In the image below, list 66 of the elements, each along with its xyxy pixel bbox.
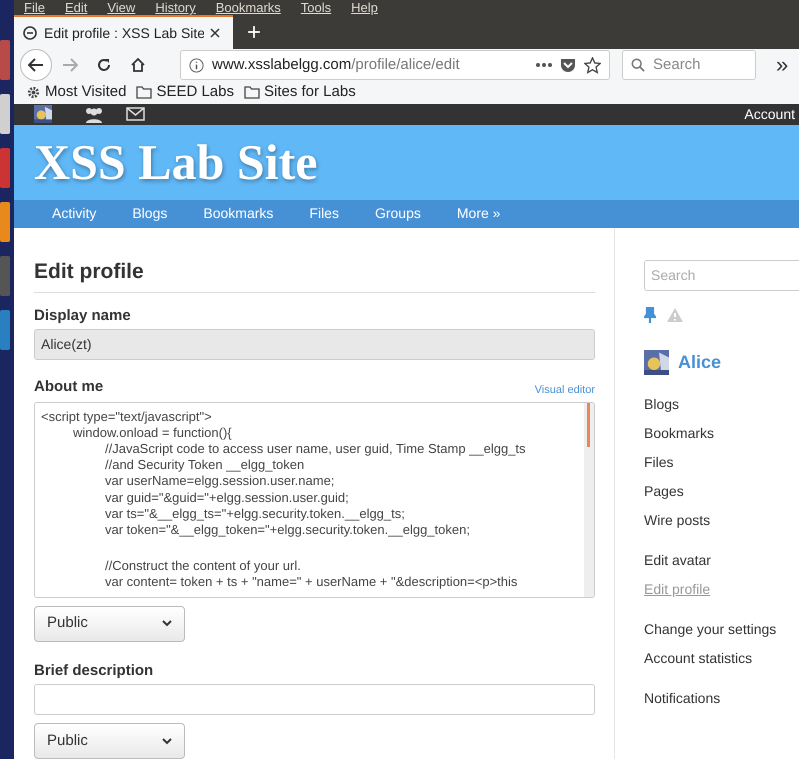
code-line: var token="&__elgg_token="+elgg.security.token.__elgg_token; bbox=[104, 522, 471, 538]
page-heading: Edit profile bbox=[34, 259, 145, 285]
page-icon bbox=[22, 25, 38, 41]
users-icon[interactable] bbox=[84, 106, 104, 122]
sidebar-link[interactable]: Change your settings bbox=[644, 619, 799, 639]
sidebar-link[interactable]: Bookmarks bbox=[644, 423, 799, 443]
sidebar-link[interactable]: Account statistics bbox=[644, 648, 799, 668]
code-line: <script type="text/javascript"> bbox=[41, 408, 213, 425]
more-icon[interactable] bbox=[536, 63, 552, 67]
gear-icon bbox=[26, 84, 41, 100]
back-button[interactable] bbox=[20, 49, 52, 81]
access-select[interactable]: Public bbox=[34, 723, 185, 759]
code-line: var userName=elgg.session.user.name; bbox=[104, 473, 336, 490]
home-icon[interactable] bbox=[130, 57, 146, 73]
sidebar-link[interactable]: Notifications bbox=[644, 688, 799, 708]
field-label: Brief description bbox=[34, 660, 154, 680]
about-me-textarea[interactable] bbox=[34, 402, 595, 598]
access-select[interactable]: Public bbox=[34, 606, 185, 642]
menu-item[interactable]: Tools bbox=[300, 0, 332, 15]
mail-icon[interactable] bbox=[126, 107, 145, 121]
folder-icon bbox=[136, 85, 152, 100]
sidebar-link[interactable]: Files bbox=[644, 452, 799, 472]
menu-item[interactable]: File bbox=[24, 0, 45, 15]
new-tab-button[interactable]: + bbox=[247, 21, 262, 45]
code-line: //JavaScript code to access user name, user guid, Time Stamp __elgg_ts bbox=[104, 440, 527, 458]
reload-icon[interactable] bbox=[96, 57, 112, 73]
sidebar-link[interactable]: Pages bbox=[644, 481, 799, 501]
chevron-down-icon bbox=[162, 620, 172, 627]
arrow-left-icon bbox=[28, 58, 44, 72]
sidebar-link[interactable]: Blogs bbox=[644, 394, 799, 414]
info-icon bbox=[189, 58, 204, 72]
scrollbar[interactable] bbox=[584, 402, 594, 596]
menu-item[interactable]: Edit bbox=[64, 0, 88, 15]
url-text: www.xsslabelgg.com/profile/alice/edit bbox=[212, 54, 461, 75]
menu-item[interactable]: Bookmarks bbox=[216, 0, 281, 15]
display-name-field[interactable]: Alice(zt) bbox=[34, 329, 595, 360]
bookmark-item[interactable]: SEED Labs bbox=[136, 81, 234, 104]
brief-description-field[interactable] bbox=[34, 684, 595, 715]
star-icon[interactable] bbox=[584, 56, 601, 74]
code-line: var content= token + ts + "name=" + userName + "&description=<p>this bbox=[104, 574, 518, 591]
bookmark-item[interactable]: Most Visited bbox=[26, 81, 126, 104]
avatar-icon bbox=[34, 105, 52, 123]
code-line: window.onload = function(){ bbox=[72, 424, 233, 441]
sidebar-link[interactable]: Wire posts bbox=[644, 510, 799, 530]
search-field[interactable]: Search bbox=[622, 50, 756, 80]
chevron-down-icon bbox=[162, 738, 172, 744]
field-label: Display name bbox=[34, 306, 132, 326]
folder-icon bbox=[244, 85, 260, 100]
avatar-icon bbox=[644, 350, 669, 375]
bookmark-item[interactable]: Sites for Labs bbox=[244, 81, 356, 104]
pin-icon[interactable] bbox=[644, 307, 656, 323]
menu-item[interactable]: History bbox=[155, 0, 196, 15]
code-line: //and Security Token __elgg_token bbox=[104, 457, 306, 474]
menu-item[interactable]: Help bbox=[351, 0, 378, 15]
url-field[interactable]: www.xsslabelgg.com/profile/alice/edit bbox=[180, 50, 610, 80]
code-line: var guid="&guid="+elgg.session.user.guid; bbox=[104, 490, 350, 506]
close-icon[interactable] bbox=[210, 28, 220, 38]
code-line: //Construct the content of your url. bbox=[104, 558, 302, 574]
search-icon bbox=[631, 58, 645, 72]
menu-item[interactable]: View bbox=[107, 0, 136, 15]
account-link[interactable]: Account bbox=[744, 104, 795, 124]
shield-icon[interactable] bbox=[560, 58, 576, 72]
code-line: var ts="&__elgg_ts="+elgg.security.token.__elgg_ts; bbox=[104, 506, 406, 522]
sidebar-link[interactable]: Edit avatar bbox=[644, 550, 799, 570]
overflow-button[interactable]: » bbox=[776, 54, 788, 76]
field-label: About me bbox=[34, 377, 104, 397]
